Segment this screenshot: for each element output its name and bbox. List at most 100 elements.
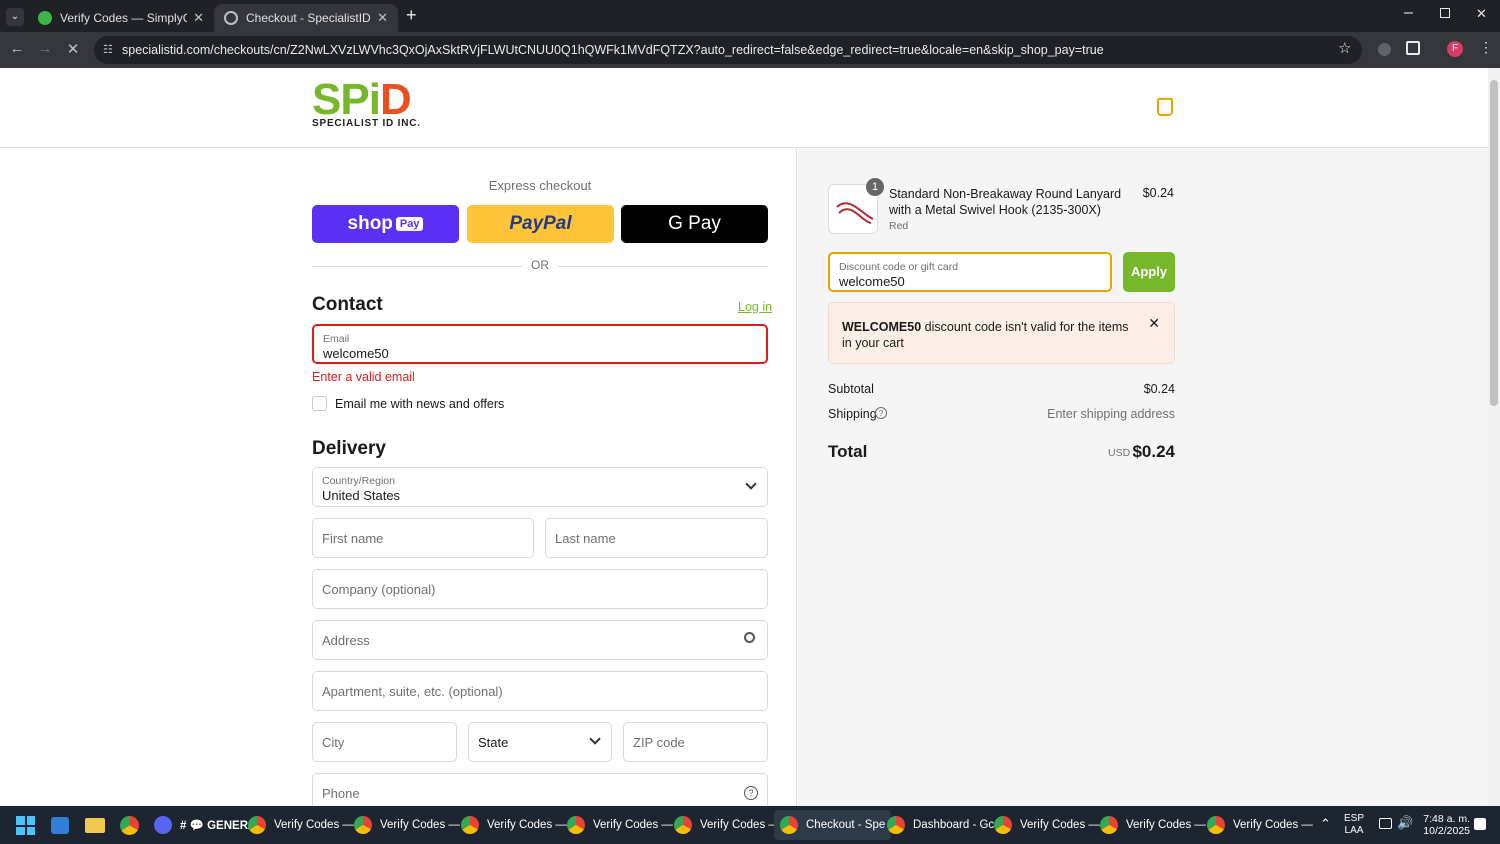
apply-button[interactable]: Apply — [1123, 252, 1175, 292]
close-tab-icon[interactable]: ✕ — [377, 10, 388, 26]
taskbar-discord[interactable]: # 💬 GENER/ — [154, 814, 251, 836]
shop-pay-button[interactable]: shop Pay — [312, 205, 459, 243]
network-icon[interactable] — [1379, 818, 1392, 829]
chevron-up-icon[interactable]: ⌃ — [1320, 816, 1331, 832]
tab-title: Verify Codes — SimplyCodes — [60, 11, 188, 25]
restore-button[interactable] — [1440, 8, 1450, 18]
logo-i: i — [368, 75, 381, 124]
company-field[interactable]: Company (optional) — [312, 569, 768, 609]
tab-checkout[interactable]: Checkout - SpecialistID.com ✕ — [214, 4, 398, 32]
tab-verify-codes[interactable]: Verify Codes — SimplyCodes ✕ — [28, 4, 214, 32]
taskbar-label: Verify Codes — — [593, 819, 673, 831]
zip-placeholder: ZIP code — [633, 735, 685, 750]
taskbar-item[interactable]: Verify Codes — — [461, 814, 567, 836]
apartment-field[interactable]: Apartment, suite, etc. (optional) — [312, 671, 768, 711]
file-explorer-icon[interactable] — [85, 818, 105, 833]
taskbar-label: Verify Codes — — [1233, 819, 1313, 831]
taskbar-item[interactable]: Verify Codes — — [1207, 814, 1313, 836]
newsletter-checkbox[interactable] — [312, 396, 327, 411]
notification-icon[interactable] — [1474, 818, 1486, 830]
site-info-icon[interactable]: ☷ — [103, 36, 113, 64]
menu-dots-icon[interactable]: ⋮ — [1479, 39, 1493, 56]
google-pay-button[interactable]: G Pay — [621, 205, 768, 243]
state-select[interactable]: State — [468, 722, 612, 762]
close-window-button[interactable]: ✕ — [1476, 6, 1487, 22]
chrome-icon — [461, 816, 479, 834]
login-link[interactable]: Log in — [738, 300, 772, 314]
taskbar-item[interactable]: Verify Codes — — [248, 814, 354, 836]
email-value: welcome50 — [323, 346, 389, 361]
back-arrow-icon[interactable]: ← — [7, 40, 27, 57]
email-field[interactable]: Email welcome50 — [312, 324, 768, 364]
bookmark-star-icon[interactable]: ☆ — [1338, 39, 1351, 57]
shop-pay-badge: Pay — [395, 217, 424, 231]
language-indicator[interactable]: ESP LAA — [1344, 813, 1364, 837]
taskbar-item[interactable]: Verify Codes — — [674, 814, 780, 836]
taskbar-label: Verify Codes — — [380, 819, 460, 831]
shopping-bag-icon[interactable] — [1157, 98, 1173, 116]
address-bar[interactable]: ☷ specialistid.com/checkouts/cn/Z2NwLXVz… — [94, 36, 1362, 64]
lang-top: ESP — [1344, 813, 1365, 824]
minimize-button[interactable]: – — [1404, 4, 1413, 22]
extension-icon[interactable] — [1378, 43, 1391, 56]
product-price: $0.24 — [1142, 186, 1174, 200]
shipping-label: Shipping — [828, 407, 877, 421]
chrome-icon[interactable] — [120, 816, 139, 835]
new-tab-button[interactable]: + — [406, 5, 417, 26]
taskbar-item[interactable]: Verify Codes — — [994, 814, 1100, 836]
close-icon[interactable]: ✕ — [1148, 315, 1160, 332]
browser-chrome: ⌄ Verify Codes — SimplyCodes ✕ Checkout … — [0, 0, 1500, 68]
zip-field[interactable]: ZIP code — [623, 722, 768, 762]
search-icon — [744, 632, 755, 643]
error-code: WELCOME50 — [842, 320, 922, 334]
taskbar-item[interactable]: Verify Codes — — [354, 814, 460, 836]
taskbar-item[interactable]: Verify Codes — — [1100, 814, 1206, 836]
scrollbar-thumb[interactable] — [1490, 80, 1498, 406]
logo-subtitle: SPECIALIST ID INC. — [312, 118, 421, 129]
taskbar-item-active[interactable]: Checkout - Spe — [774, 810, 892, 840]
close-tab-icon[interactable]: ✕ — [193, 10, 204, 26]
clock[interactable]: 7:48 a. m. 10/2/2025 — [1418, 813, 1470, 837]
store-app-icon[interactable] — [51, 817, 69, 834]
taskbar-label: Dashboard - Gc — [913, 819, 995, 831]
last-name-field[interactable]: Last name — [545, 518, 768, 558]
newsletter-label: Email me with news and offers — [335, 397, 505, 411]
subtotal-value: $0.24 — [1143, 382, 1175, 396]
stop-loading-icon[interactable]: ✕ — [63, 40, 83, 58]
help-icon[interactable]: ? — [744, 786, 758, 800]
chrome-icon — [248, 816, 266, 834]
paypal-button[interactable]: PayPal — [467, 205, 614, 243]
phone-field[interactable]: Phone ? — [312, 773, 768, 806]
chrome-icon — [354, 816, 372, 834]
volume-icon[interactable]: 🔊 — [1397, 815, 1413, 831]
shipping-help-icon[interactable]: ? — [875, 407, 887, 419]
address-field[interactable]: Address — [312, 620, 768, 660]
taskbar-item[interactable]: Verify Codes — — [567, 814, 673, 836]
paypal-text: PayPal — [509, 213, 572, 234]
company-placeholder: Company (optional) — [322, 582, 436, 597]
start-button[interactable] — [16, 816, 35, 835]
forward-arrow-icon[interactable]: → — [35, 40, 55, 57]
city-field[interactable]: City — [312, 722, 457, 762]
extensions-puzzle-icon[interactable] — [1406, 41, 1420, 55]
page-scrollbar[interactable] — [1488, 68, 1500, 806]
address-placeholder: Address — [322, 633, 370, 648]
chrome-icon — [567, 816, 585, 834]
taskbar-item[interactable]: Dashboard - Gc — [887, 814, 994, 836]
chrome-icon — [994, 816, 1012, 834]
total-label: Total — [828, 442, 868, 461]
country-select[interactable]: Country/Region United States — [312, 467, 768, 507]
profile-avatar[interactable]: F — [1447, 41, 1463, 57]
taskbar-label: Verify Codes — — [487, 819, 567, 831]
discount-field[interactable]: Discount code or gift card welcome50 — [828, 252, 1112, 292]
or-divider: OR — [312, 258, 768, 274]
state-placeholder: State — [478, 735, 509, 750]
discount-label: Discount code or gift card — [839, 261, 959, 273]
discord-icon — [154, 816, 172, 834]
tab-strip: ⌄ Verify Codes — SimplyCodes ✕ Checkout … — [0, 0, 1500, 32]
phone-placeholder: Phone — [322, 786, 360, 801]
spid-logo[interactable]: SPiD SPECIALIST ID INC. — [312, 78, 421, 130]
tab-search-icon[interactable]: ⌄ — [6, 8, 24, 26]
simplycodes-favicon-icon — [38, 11, 52, 25]
first-name-field[interactable]: First name — [312, 518, 534, 558]
